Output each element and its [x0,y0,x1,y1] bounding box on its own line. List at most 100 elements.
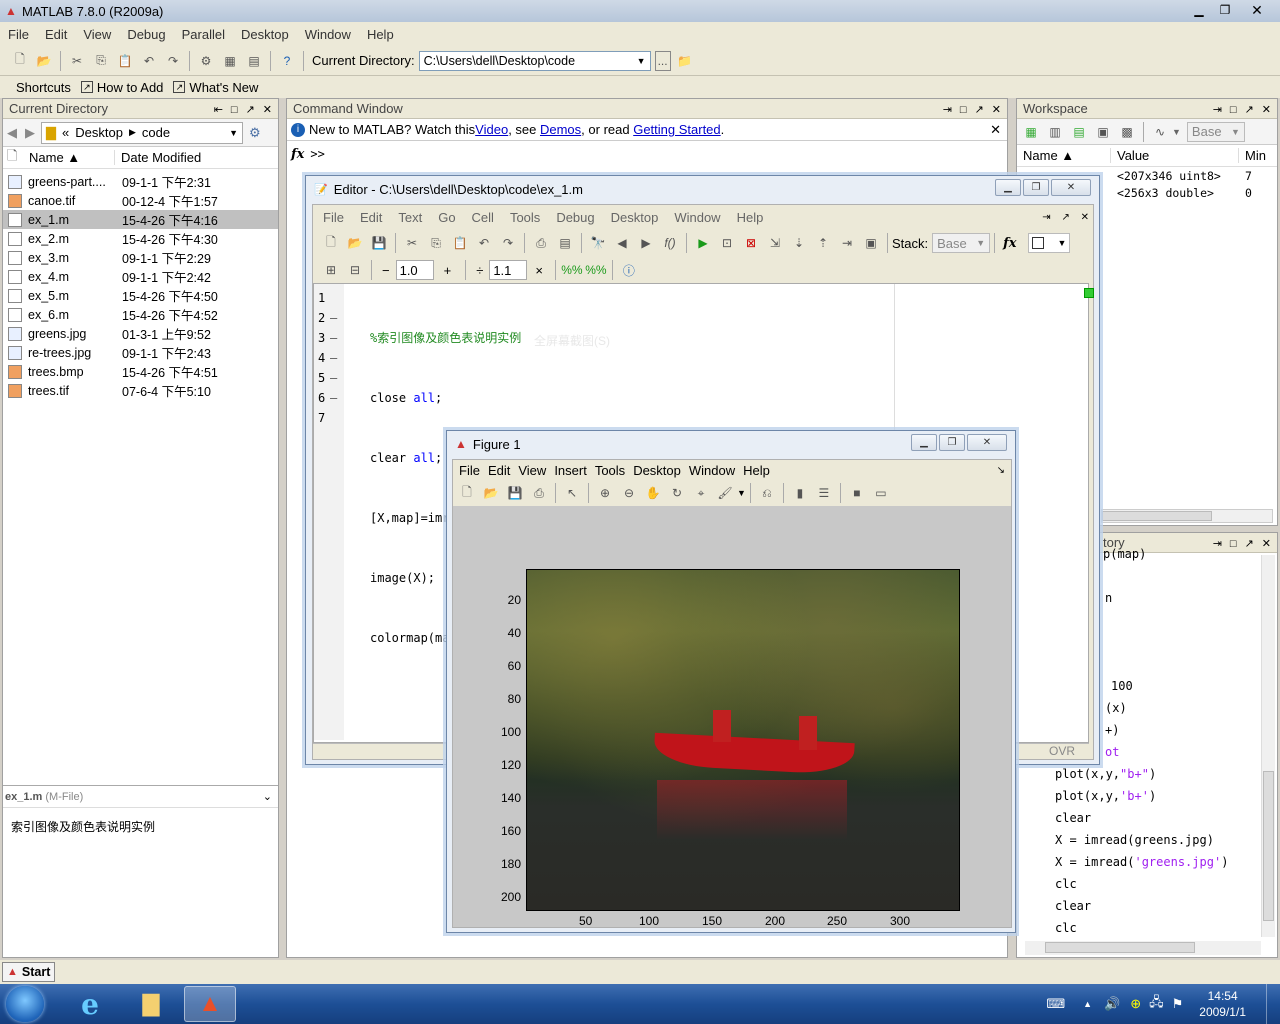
column-value-header[interactable]: Value [1111,148,1239,163]
undock-icon[interactable]: ↗ [1061,212,1069,223]
undo-icon[interactable]: ↶ [474,233,494,253]
menu-debug[interactable]: Debug [119,27,173,42]
demos-link[interactable]: Demos [540,122,581,137]
set-breakpoint-icon[interactable]: ⊡ [717,233,737,253]
maximize-icon[interactable]: □ [1230,104,1237,116]
figure-menu-view[interactable]: View [514,463,550,478]
menu-view[interactable]: View [75,27,119,42]
editor-menu-help[interactable]: Help [729,210,772,225]
hide-cell-titles-icon[interactable]: %% [585,260,606,280]
redo-icon[interactable]: ↷ [498,233,518,253]
zoom-out-icon[interactable]: ⊖ [619,483,639,503]
dock-icon[interactable]: ↘ [997,465,1011,476]
history-item[interactable]: clear [1055,899,1091,913]
command-prompt-line[interactable]: fx >> [287,141,1007,167]
list-item[interactable]: ex_3.m 09-1-1 下午2:29 [3,248,278,267]
figure-menu-edit[interactable]: Edit [484,463,514,478]
zoom-in-icon[interactable]: ⊕ [595,483,615,503]
restore-button[interactable]: ❐ [1023,179,1049,196]
undock-icon[interactable]: ↗ [1245,538,1254,550]
run-icon[interactable]: ▶ [693,233,713,253]
save-workspace-icon[interactable]: ▣ [1093,122,1113,142]
copy-icon[interactable]: ⎘ [91,51,111,71]
save-icon[interactable]: 💾 [505,483,525,503]
history-item[interactable]: p(map) [1103,547,1146,561]
list-item[interactable]: ex_5.m 15-4-26 下午4:50 [3,286,278,305]
colorbar-icon[interactable]: ▮ [790,483,810,503]
minimize-button[interactable]: ▁ [911,434,937,451]
fx-icon[interactable]: fx [1003,236,1016,251]
save-icon[interactable]: 💾 [369,233,389,253]
history-item[interactable]: (x) [1105,701,1127,715]
forward-icon[interactable]: ▶ [25,125,35,141]
close-button[interactable]: ✕ [1051,179,1091,196]
figure-menu-tools[interactable]: Tools [591,463,629,478]
list-item[interactable]: trees.tif 07-6-4 下午5:10 [3,381,278,400]
show-cell-titles-icon[interactable]: %% [561,260,582,280]
layout-select[interactable]: ▼ [1028,233,1071,253]
chevron-down-icon[interactable]: ▼ [637,56,650,66]
new-figure-icon[interactable]: 🗋 [457,483,477,503]
decrement-button[interactable]: − [382,263,390,278]
minimize-button[interactable]: ▁ [1186,1,1212,19]
start-button[interactable]: ▲ Start [2,962,56,982]
close-button[interactable]: ✕ [1238,1,1276,19]
current-dir-combo[interactable]: C:\Users\dell\Desktop\code ▼ [418,50,651,71]
link-plot-icon[interactable]: ⎌ [757,483,777,503]
continue-icon[interactable]: ⇥ [837,233,857,253]
figure-menu-help[interactable]: Help [739,463,774,478]
guide-icon[interactable]: ▦ [220,51,240,71]
history-item[interactable]: X = imread('greens.jpg') [1055,855,1228,869]
undock-icon[interactable]: ↗ [246,104,255,116]
list-item[interactable]: greens.jpg 01-3-1 上午9:52 [3,324,278,343]
list-item[interactable]: ex_4.m 09-1-1 下午2:42 [3,267,278,286]
hide-plot-tools-icon[interactable]: ■ [847,483,867,503]
history-item[interactable]: clc [1055,921,1077,935]
ime-icon[interactable]: ⊕ [1130,996,1141,1012]
plot-icon[interactable]: ∿ [1150,122,1170,142]
history-item[interactable]: clc [1055,877,1077,891]
function-icon[interactable]: f() [660,233,680,253]
fx-icon[interactable]: fx [291,147,304,162]
stack-select[interactable]: Base ▼ [932,233,991,253]
editor-menu-go[interactable]: Go [430,210,463,225]
figure-canvas[interactable]: 20 40 60 80 100 120 140 160 180 200 50 1… [453,506,1011,928]
copy-icon[interactable]: ⎘ [426,233,446,253]
how-to-add-link[interactable]: How to Add [97,80,164,95]
column-name-header[interactable]: Name ▲ [1017,148,1111,163]
menu-window[interactable]: Window [297,27,359,42]
brush-icon[interactable]: 🖌 [715,483,735,503]
ie-icon[interactable]: e [70,988,110,1021]
editor-menu-debug[interactable]: Debug [548,210,602,225]
editor-menu-tools[interactable]: Tools [502,210,548,225]
figure-menu-desktop[interactable]: Desktop [629,463,685,478]
new-file-icon[interactable]: 🗋 [321,233,341,253]
path-desktop[interactable]: Desktop [75,125,123,140]
step-out-icon[interactable]: ⇡ [813,233,833,253]
find-icon[interactable]: 🔭 [588,233,608,253]
increment-button[interactable]: + [444,263,452,278]
new-file-icon[interactable]: 🗋 [10,51,30,71]
cell-value-input-1[interactable]: 1.0 [395,260,434,280]
dock-icon[interactable]: ⇥ [1213,104,1222,116]
close-icon[interactable]: ✕ [992,104,1001,116]
keyboard-icon[interactable]: ⌨ [1046,996,1065,1012]
cell-value-input-2[interactable]: 1.1 [489,260,528,280]
list-item[interactable]: ex_6.m 15-4-26 下午4:52 [3,305,278,324]
path-code[interactable]: code [142,125,170,140]
minimize-button[interactable]: ▁ [995,179,1021,196]
menu-help[interactable]: Help [359,27,402,42]
horizontal-scrollbar[interactable] [1025,941,1261,955]
restore-button[interactable]: ❐ [939,434,965,451]
new-variable-icon[interactable]: ▦ [1021,122,1041,142]
menu-file[interactable]: File [0,27,37,42]
edit-plot-icon[interactable]: ↖ [562,483,582,503]
redo-icon[interactable]: ↷ [163,51,183,71]
rotate-icon[interactable]: ↻ [667,483,687,503]
open-file-icon[interactable]: 📂 [345,233,365,253]
menu-desktop[interactable]: Desktop [233,27,297,42]
dock-icon[interactable]: ⇥ [943,104,952,116]
column-name-header[interactable]: Name ▲ [21,150,115,165]
dock-icon[interactable]: ⇥ [1213,538,1222,550]
clear-breakpoints-icon[interactable]: ⊠ [741,233,761,253]
